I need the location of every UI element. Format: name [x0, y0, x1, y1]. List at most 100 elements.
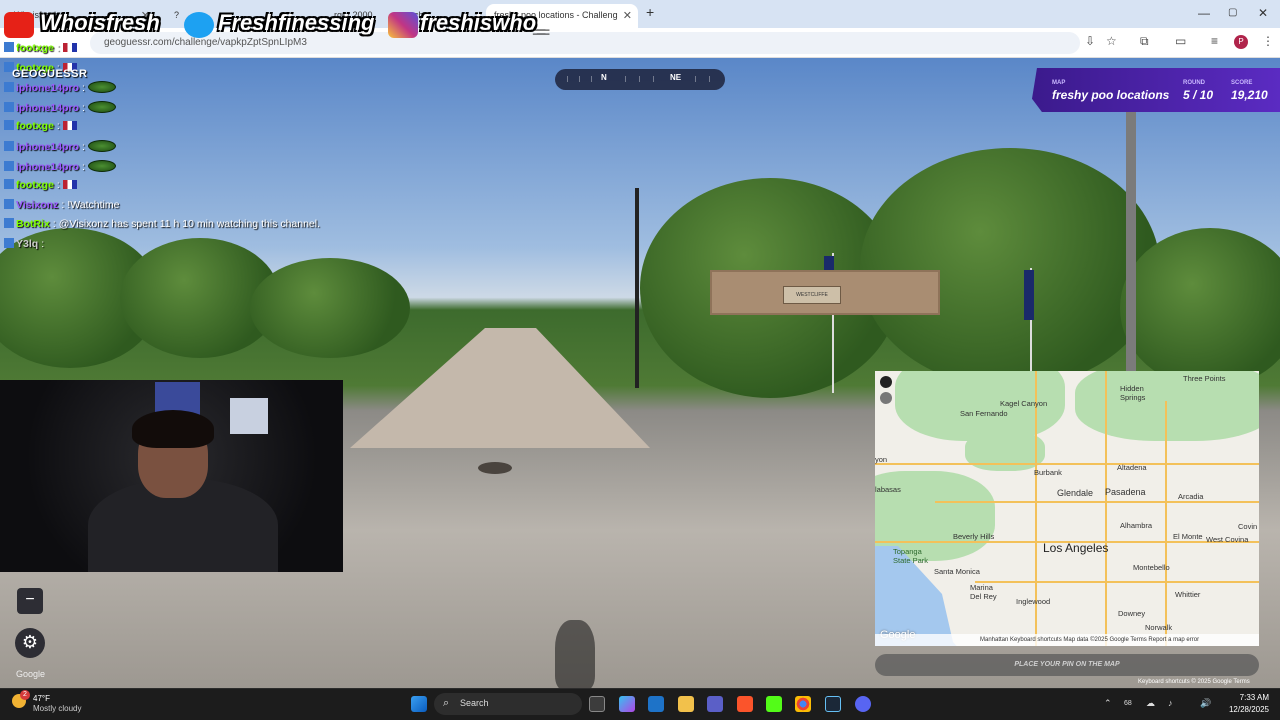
map-freeway	[975, 581, 1259, 583]
media-icon[interactable]: ≡	[1211, 34, 1218, 48]
chat-separator: :	[56, 120, 60, 133]
flag	[1024, 270, 1034, 320]
score-label: SCORE	[1231, 80, 1253, 86]
map-label: MAP	[1052, 80, 1066, 86]
map-label-whittier: Whittier	[1175, 590, 1201, 599]
menu-kebab-icon[interactable]: ⋮	[1262, 34, 1274, 48]
taskbar-search[interactable]: Search	[434, 693, 582, 715]
chat-username[interactable]: Visixonz	[16, 199, 58, 211]
clock-time[interactable]: 7:33 AM	[1224, 693, 1269, 702]
game-status-panel: MAP freshy poo locations ROUND 5 / 10 SC…	[1032, 68, 1280, 112]
twitter-handle: Freshfinessing	[218, 10, 375, 35]
window-close-icon[interactable]: ✕	[1258, 6, 1268, 20]
discord-icon[interactable]	[855, 696, 871, 712]
map-label-altadena: Altadena	[1117, 463, 1147, 472]
chat-badge-icon	[4, 238, 14, 248]
tray-chevron-icon[interactable]: ⌃	[1104, 698, 1112, 709]
zoom-out-button[interactable]: −	[17, 588, 43, 614]
streetview-attribution[interactable]: Keyboard shortcuts © 2025 Google Terms	[1138, 679, 1250, 685]
google-watermark: Google	[16, 669, 46, 679]
new-tab-button[interactable]: +	[646, 4, 654, 20]
instagram-handle: freshiswho_	[420, 10, 549, 35]
weather-description[interactable]: Mostly cloudy	[33, 704, 81, 713]
weather-badge: 2	[20, 690, 30, 700]
teams-icon[interactable]	[707, 696, 723, 712]
place-pin-button[interactable]: PLACE YOUR PIN ON THE MAP	[875, 654, 1259, 676]
compass-bar[interactable]: N NE	[555, 69, 725, 90]
chat-separator: :	[56, 179, 60, 192]
map-park	[965, 431, 1045, 471]
watermelon-emote-icon	[87, 81, 116, 94]
chat-separator: :	[61, 198, 65, 211]
windows-start-icon[interactable]	[411, 696, 427, 712]
compass-north: N	[601, 73, 607, 82]
cast-icon[interactable]: ▭	[1175, 34, 1186, 48]
extensions-icon[interactable]: ⧉	[1140, 34, 1149, 49]
bookmark-star-icon[interactable]: ☆	[1106, 34, 1117, 48]
guess-map[interactable]: Three Points Kagel Canyon Hidden Springs…	[875, 371, 1259, 646]
poster	[230, 398, 268, 434]
brave-icon[interactable]	[737, 696, 753, 712]
minimize-icon[interactable]: —	[1198, 6, 1210, 20]
windows-taskbar	[0, 688, 1280, 720]
utility-pole	[1126, 88, 1136, 378]
chat-message: Visixonz: !Watchtime	[4, 198, 119, 217]
chat-username[interactable]: iphone14pro	[16, 82, 79, 94]
kick-icon[interactable]	[766, 696, 782, 712]
chat-separator: :	[82, 82, 85, 95]
maximize-icon[interactable]: ▢	[1228, 7, 1237, 18]
map-pin-icon[interactable]	[880, 392, 892, 404]
tree	[1120, 228, 1280, 388]
map-attribution[interactable]: Manhattan Keyboard shortcuts Map data ©2…	[875, 634, 1259, 646]
task-view-icon[interactable]	[589, 696, 605, 712]
youtube-icon	[4, 12, 34, 38]
chrome-icon[interactable]	[795, 696, 811, 712]
map-label-kagel-canyon: Kagel Canyon	[1000, 399, 1048, 408]
compass-northeast: NE	[670, 73, 682, 82]
weather-temperature[interactable]: 47°F	[33, 694, 50, 703]
copilot-icon[interactable]	[619, 696, 635, 712]
chat-separator: :	[82, 101, 85, 114]
map-park	[1075, 371, 1259, 441]
chat-separator: :	[56, 42, 60, 54]
chat-message: BotRix: @Visixonz has spent 11 h 10 min w…	[4, 218, 320, 236]
instagram-icon	[388, 12, 418, 38]
chat-username[interactable]: footxge	[16, 179, 54, 191]
chat-username[interactable]: footxge	[16, 42, 54, 54]
tray-volume-icon[interactable]: 🔊	[1200, 698, 1211, 709]
map-freeway	[1165, 401, 1167, 646]
map-freeway	[875, 463, 1259, 465]
tray-network-icon[interactable]: ☁	[1146, 698, 1155, 709]
profile-avatar[interactable]: P	[1234, 35, 1248, 49]
chat-username[interactable]: iphone14pro	[16, 141, 79, 153]
search-icon: ⌕	[443, 697, 450, 709]
map-label-el-monte: El Monte	[1173, 532, 1203, 541]
store-icon[interactable]	[648, 696, 664, 712]
chat-username[interactable]: Y3lq	[16, 238, 38, 250]
close-icon[interactable]: ✕	[623, 9, 632, 22]
chat-text: @Visixonz has spent 11 h 10 min watching…	[58, 218, 321, 231]
chat-username[interactable]: iphone14pro	[16, 161, 79, 173]
file-explorer-icon[interactable]	[678, 696, 694, 712]
chat-message: footxge:	[4, 179, 77, 197]
watermelon-emote-icon	[87, 159, 116, 172]
map-label-marina-del-rey: Marina Del Rey	[970, 583, 997, 601]
clock-date[interactable]: 12/28/2025	[1224, 705, 1269, 714]
chat-username[interactable]: BotRix	[16, 218, 50, 230]
chat-badge-icon	[4, 179, 14, 190]
chat-message: iphone14pro:	[4, 81, 116, 99]
map-label-three-points: Three Points	[1183, 374, 1226, 383]
tray-mic-icon[interactable]: ♪	[1168, 698, 1173, 708]
chat-username[interactable]: footxge	[16, 120, 54, 132]
steam-icon[interactable]	[825, 696, 841, 712]
map-label-san-fernando: San Fernando	[960, 409, 1008, 418]
tray-app-icon[interactable]: 68	[1124, 700, 1132, 707]
streamer-hair	[132, 410, 214, 448]
map-expand-icon[interactable]	[880, 376, 892, 388]
install-icon[interactable]: ⇩	[1085, 34, 1095, 48]
chat-username[interactable]: iphone14pro	[16, 102, 79, 114]
settings-gear-icon[interactable]: ⚙	[15, 628, 45, 658]
map-label-montebello: Montebello	[1133, 563, 1170, 572]
watermelon-emote-icon	[87, 100, 116, 113]
chat-badge-icon	[4, 101, 14, 112]
